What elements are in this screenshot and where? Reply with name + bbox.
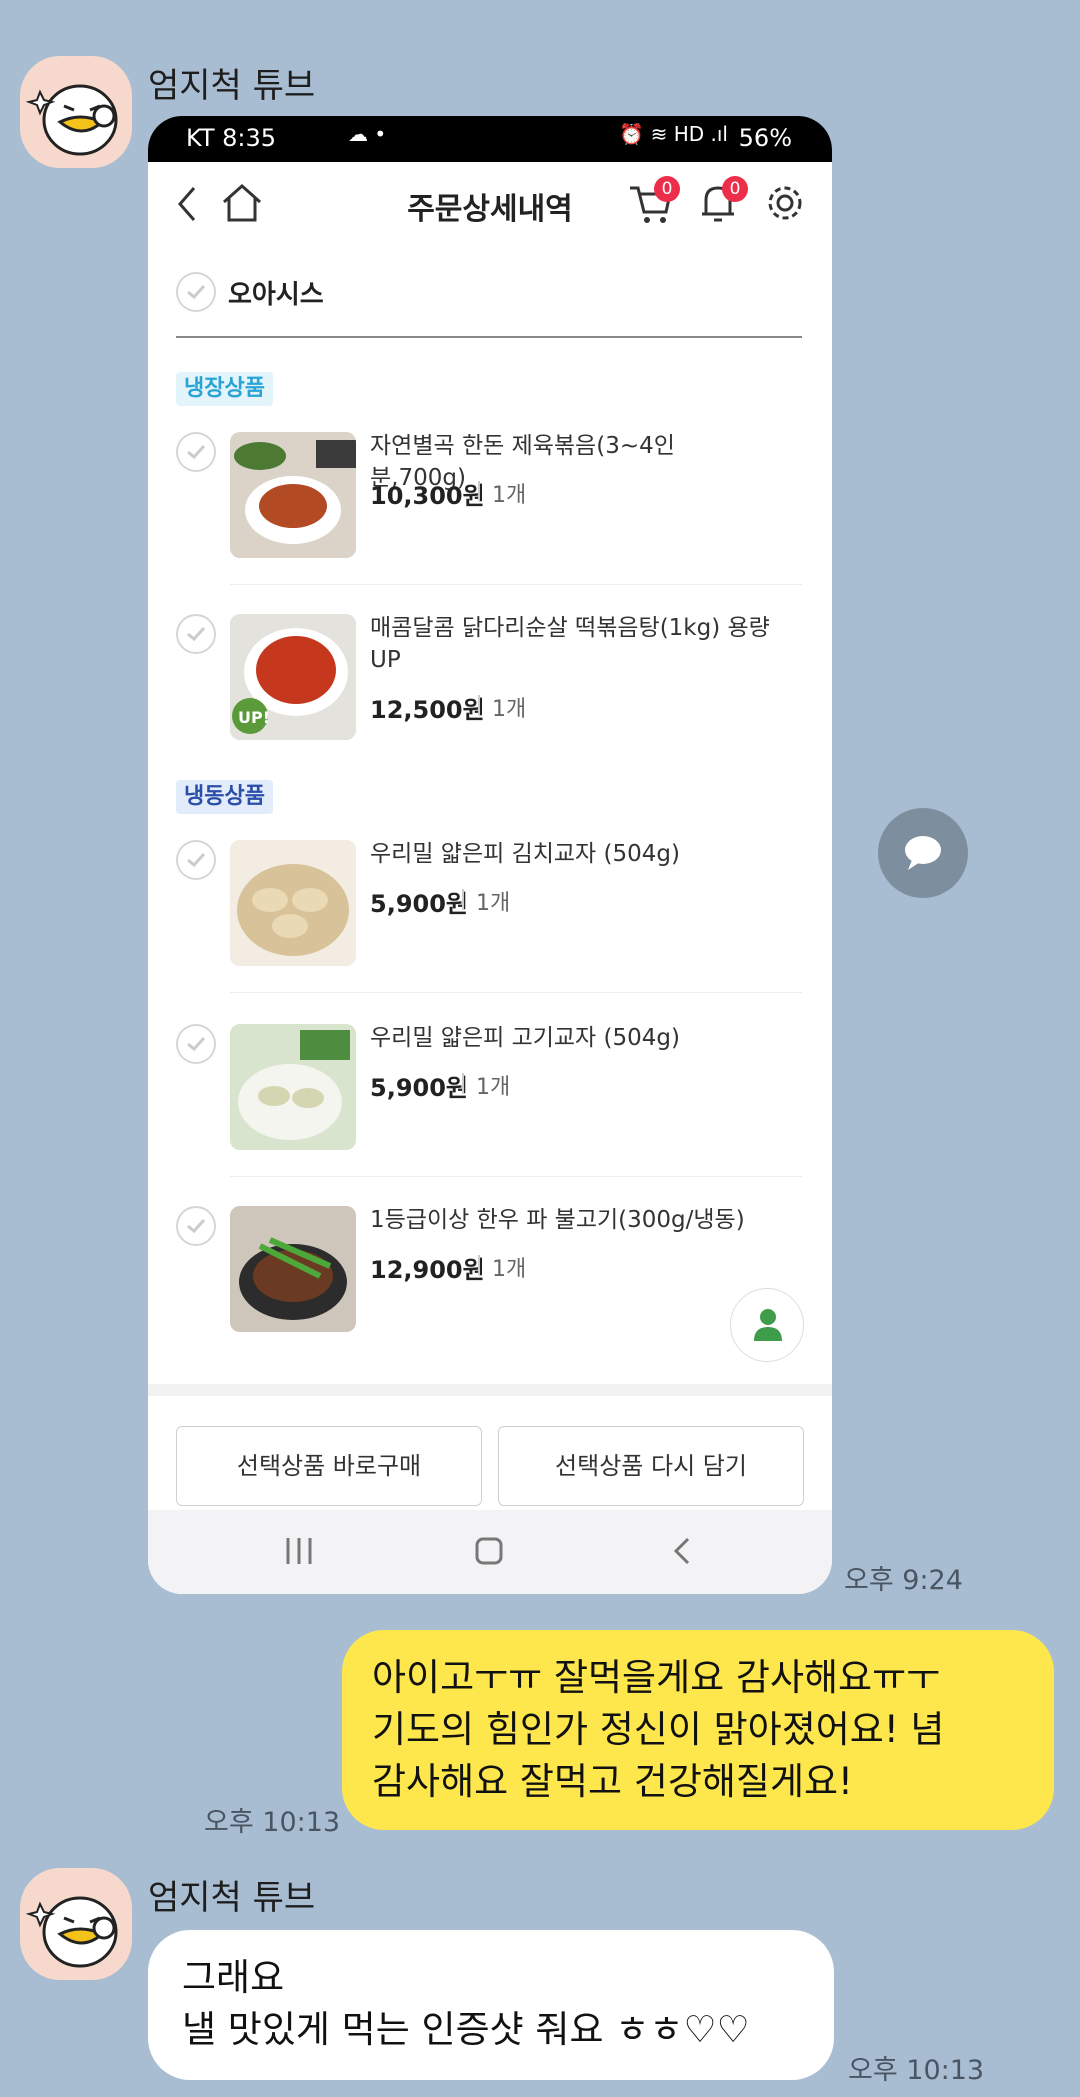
product-name[interactable]: 우리밀 얇은피 김치교자 (504g) (370, 838, 770, 870)
product-thumbnail[interactable] (230, 1206, 356, 1332)
thumbnail-badge: UP! (238, 708, 271, 727)
buy-now-button[interactable]: 선택상품 바로구매 (176, 1426, 482, 1506)
divider (462, 889, 464, 909)
product-price: 12,900원 (370, 1256, 485, 1284)
product-price: 12,500원 (370, 696, 485, 724)
product-name[interactable]: 1등급이상 한우 파 불고기(300g/냉동) (370, 1204, 770, 1236)
divider (230, 584, 802, 585)
shared-screenshot[interactable]: KT 8:35 ☁ • ⏰ ≋ HD .ıl 56% 주문상세내역 0 0 오아… (148, 116, 832, 1594)
status-carrier-time: KT 8:35 (186, 124, 277, 152)
bell-badge: 0 (722, 176, 748, 202)
home-nav-icon[interactable] (474, 1536, 504, 1570)
product-thumbnail[interactable] (230, 432, 356, 558)
store-name: 오아시스 (228, 280, 324, 310)
item-checkbox[interactable] (176, 614, 216, 654)
avatar[interactable] (20, 56, 132, 168)
item-checkbox[interactable] (176, 840, 216, 880)
cart-badge: 0 (654, 176, 680, 202)
divider (462, 1073, 464, 1093)
item-checkbox[interactable] (176, 1024, 216, 1064)
product-price: 5,900원 (370, 890, 468, 918)
chat-float-button[interactable] (878, 808, 968, 898)
status-icons-right: ⏰ ≋ HD .ıl (619, 122, 728, 146)
product-qty: 1개 (476, 891, 511, 916)
product-thumbnail[interactable] (230, 1024, 356, 1150)
section-tag-chilled: 냉장상품 (176, 372, 273, 406)
message-line: 감사해요 잘먹고 건강해질게요! (372, 1760, 853, 1803)
message-line: 낼 맛있게 먹는 인증샷 줘요 ㅎㅎ♡♡ (182, 2008, 750, 2051)
back-nav-icon[interactable] (670, 1536, 694, 1570)
divider (230, 1176, 802, 1177)
gear-icon[interactable] (764, 182, 806, 228)
section-gap (148, 1384, 832, 1396)
divider (176, 336, 802, 338)
message-time: 오후 9:24 (844, 1565, 963, 1596)
product-qty: 1개 (492, 483, 527, 508)
product-price: 5,900원 (370, 1074, 468, 1102)
message-line: 그래요 (182, 1956, 285, 1999)
profile-float-button[interactable] (730, 1288, 804, 1362)
status-bar: KT 8:35 ☁ • ⏰ ≋ HD .ıl 56% (148, 116, 832, 162)
message-line: 기도의 힘인가 정신이 맑아졌어요! 념 (372, 1708, 945, 1751)
battery-level: 56% (738, 124, 792, 152)
item-checkbox[interactable] (176, 432, 216, 472)
product-name[interactable]: 매콤달콤 닭다리순살 떡볶음탕(1kg) 용량 UP (370, 612, 770, 676)
message-line: 아이고ㅜㅠ 잘먹을게요 감사해요ㅠㅜ (372, 1656, 941, 1699)
my-message-bubble[interactable]: 아이고ㅜㅠ 잘먹을게요 감사해요ㅠㅜ 기도의 힘인가 정신이 맑아졌어요! 념 … (342, 1630, 1054, 1830)
user-icon (754, 1309, 782, 1341)
product-name[interactable]: 우리밀 얇은피 고기교자 (504g) (370, 1022, 770, 1054)
product-qty: 1개 (492, 1257, 527, 1282)
bell-icon[interactable]: 0 (698, 176, 748, 230)
recents-icon[interactable] (284, 1536, 314, 1570)
message-time: 오후 10:13 (204, 1807, 341, 1838)
section-tag-frozen: 냉동상품 (176, 780, 273, 814)
product-thumbnail[interactable]: UP! (230, 614, 356, 740)
re-add-to-cart-button[interactable]: 선택상품 다시 담기 (498, 1426, 804, 1506)
sender-name: 엄지척 튜브 (148, 1878, 316, 1918)
divider (478, 481, 480, 501)
item-checkbox[interactable] (176, 1206, 216, 1246)
divider (478, 1255, 480, 1275)
divider (478, 695, 480, 715)
divider (230, 992, 802, 993)
message-time: 오후 10:13 (848, 2055, 985, 2086)
sender-name: 엄지척 튜브 (148, 66, 316, 106)
avatar[interactable] (20, 1868, 132, 1980)
app-header: 주문상세내역 0 0 (148, 162, 832, 252)
android-nav-bar (148, 1510, 832, 1594)
product-qty: 1개 (476, 1075, 511, 1100)
store-checkbox[interactable] (176, 272, 216, 312)
product-thumbnail[interactable] (230, 840, 356, 966)
speech-bubble-icon (905, 836, 941, 870)
product-qty: 1개 (492, 697, 527, 722)
product-price: 10,300원 (370, 482, 485, 510)
status-icons-left: ☁ • (348, 122, 387, 146)
their-message-bubble[interactable]: 그래요 낼 맛있게 먹는 인증샷 줘요 ㅎㅎ♡♡ (148, 1930, 834, 2080)
cart-icon[interactable]: 0 (628, 176, 680, 230)
